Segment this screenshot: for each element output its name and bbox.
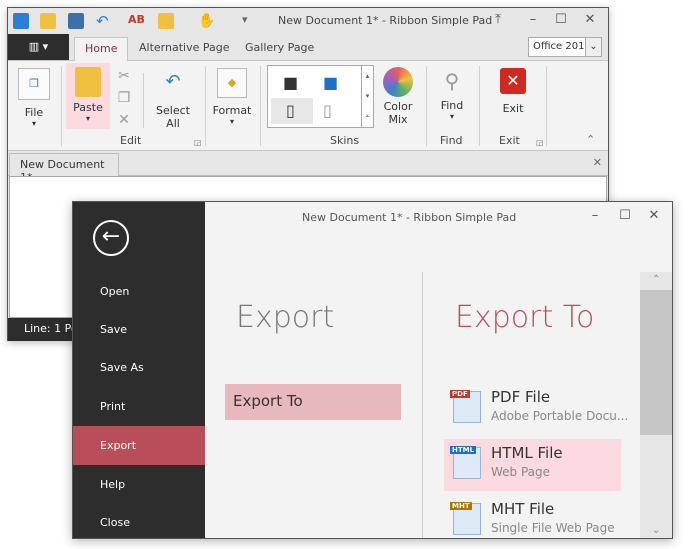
binoculars-icon: ⚲ [444,69,460,93]
collapse-ribbon-icon[interactable]: ⌃ [586,133,595,146]
dialog-launcher-icon[interactable]: ◲ [536,138,544,147]
backstage-sidebar: ← Open Save Save As Print Export Help Cl… [73,202,205,538]
item-title: MHT File [491,500,555,518]
format-icon: ◆ [217,68,247,98]
menu-print[interactable]: Print [73,387,205,426]
chevron-down-icon[interactable]: ⌄ [585,38,601,56]
section-title: Export To [455,300,595,335]
file-label: File [24,106,44,119]
maximize-button[interactable]: ☐ [615,208,635,226]
color-mix-button[interactable]: Color Mix [380,67,416,126]
minimize-button[interactable]: – [585,208,605,226]
ribbon: ❐ File ▾ Paste ▾ ✂ ❐ ✕ ↶ Select All Edit ◲ ◆ Fo… [8,61,608,151]
format-icon[interactable] [158,13,174,29]
undo-icon[interactable]: ↶ [96,13,112,29]
document-tabs: New Document 1* ✕ [8,151,608,184]
find-label: Find [440,99,464,112]
file-button[interactable]: ❐ File ▾ [18,68,50,128]
tab-home[interactable]: Home [74,37,129,61]
cut-icon[interactable]: ✂ [115,65,133,87]
delete-icon[interactable]: ✕ [115,109,133,131]
color-mix-label-2: Mix [388,113,408,126]
item-subtitle: Adobe Portable Docu... [491,409,629,423]
undo-icon: ↶ [165,71,181,92]
app-menu-button[interactable]: ▥ ▾ [8,34,69,60]
dialog-launcher-icon[interactable]: ◲ [194,138,202,147]
divider [422,272,423,538]
scrollbar-thumb[interactable] [640,290,672,435]
skin-office-2016-icon[interactable]: ■ [283,73,298,92]
close-button[interactable]: ✕ [644,208,664,226]
window-title: New Document 1* - Ribbon Simple Pad [278,14,493,27]
backstage-window: ← Open Save Save As Print Export Help Cl… [72,201,673,539]
app-icon [13,13,29,29]
find-button[interactable]: ⚲ Find ▾ [432,69,472,121]
tab-alternative-page[interactable]: Alternative Page [129,37,239,61]
menu-close[interactable]: Close [73,503,205,538]
item-subtitle: Web Page [491,465,551,479]
skin-office-blue-icon[interactable]: ■ [323,73,338,92]
export-pdf-item[interactable]: PDF PDF File Adobe Portable Docu... [444,383,628,435]
menu-save[interactable]: Save [73,310,205,349]
group-label-skins: Skins [330,134,360,147]
maximize-button[interactable]: ☐ [551,12,571,30]
exit-icon: ✕ [500,68,526,94]
html-file-icon: HTML [450,446,481,479]
format-label: Format [212,104,252,117]
minimize-button[interactable]: – [523,12,543,30]
export-to-button[interactable]: Export To [225,384,401,420]
item-subtitle: Single File Web Page [491,521,615,535]
group-label-find: Find [440,134,463,147]
scroll-down-icon[interactable]: ⌄ [652,525,660,536]
skins-gallery[interactable]: ■ ■ ▯ ▯ ▴ ▾ ⩡ [267,65,374,128]
tab-gallery-page[interactable]: Gallery Page [235,37,324,61]
color-wheel-icon [383,67,413,97]
scroll-up-icon[interactable]: ⌃ [652,274,660,285]
select-all-label: Select All [156,104,190,130]
export-mht-item[interactable]: MHT MHT File Single File Web Page [444,495,621,538]
item-title: HTML File [491,444,563,462]
file-icon: ❐ [18,68,50,100]
exit-button[interactable]: ✕ Exit [496,68,530,115]
spellcheck-icon[interactable]: AB [128,13,145,29]
skin-office-2013-icon[interactable]: ▯ [271,98,313,124]
mht-file-icon: MHT [450,502,481,535]
close-tab-icon[interactable]: ✕ [593,156,602,169]
ribbon-tabs: ▥ ▾ Home Alternative Page Gallery Page O… [8,34,608,61]
group-label-exit: Exit [499,134,520,147]
save-icon[interactable] [68,13,84,29]
customize-qat-icon[interactable]: ▾ [242,13,258,29]
copy-icon[interactable]: ❐ [115,87,133,109]
document-tab[interactable]: New Document 1* [9,153,119,184]
group-label-edit: Edit [120,134,142,147]
export-html-item[interactable]: HTML HTML File Web Page [444,439,621,491]
title-bar: ↶ AB ✋ ▾ New Document 1* - Ribbon Simple… [8,8,608,34]
clipboard-icon [75,67,101,97]
menu-save-as[interactable]: Save As [73,348,205,387]
pdf-file-icon: PDF [450,390,481,423]
format-button[interactable]: ◆ Format ▾ [212,68,252,126]
back-arrow-icon[interactable]: ← [93,220,129,256]
menu-open[interactable]: Open [73,272,205,311]
color-mix-label: Color [383,100,413,113]
open-icon[interactable] [40,13,56,29]
paste-label: Paste [73,101,103,114]
menu-help[interactable]: Help [73,465,205,504]
skin-selector-value: Office 2013 [533,41,591,52]
gallery-scroll[interactable]: ▴ ▾ ⩡ [361,66,373,127]
exit-label: Exit [502,102,524,115]
page-title: Export [236,300,335,335]
edit-small-buttons: ✂ ❐ ✕ [115,65,133,131]
item-title: PDF File [491,388,551,406]
skin-office-gray-icon[interactable]: ▯ [323,101,332,120]
paste-button[interactable]: Paste ▾ [66,63,110,129]
select-all-button[interactable]: ↶ Select All [148,71,198,130]
close-button[interactable]: ✕ [580,12,600,30]
window-title: New Document 1* - Ribbon Simple Pad [302,211,517,224]
skin-selector[interactable]: Office 2013 ⌄ [528,37,602,57]
menu-export[interactable]: Export [73,426,205,465]
scrollbar[interactable]: ⌃ ⌄ [640,272,672,538]
touch-icon[interactable]: ✋ [198,13,215,29]
ribbon-display-icon[interactable]: ⤒ [488,12,508,30]
